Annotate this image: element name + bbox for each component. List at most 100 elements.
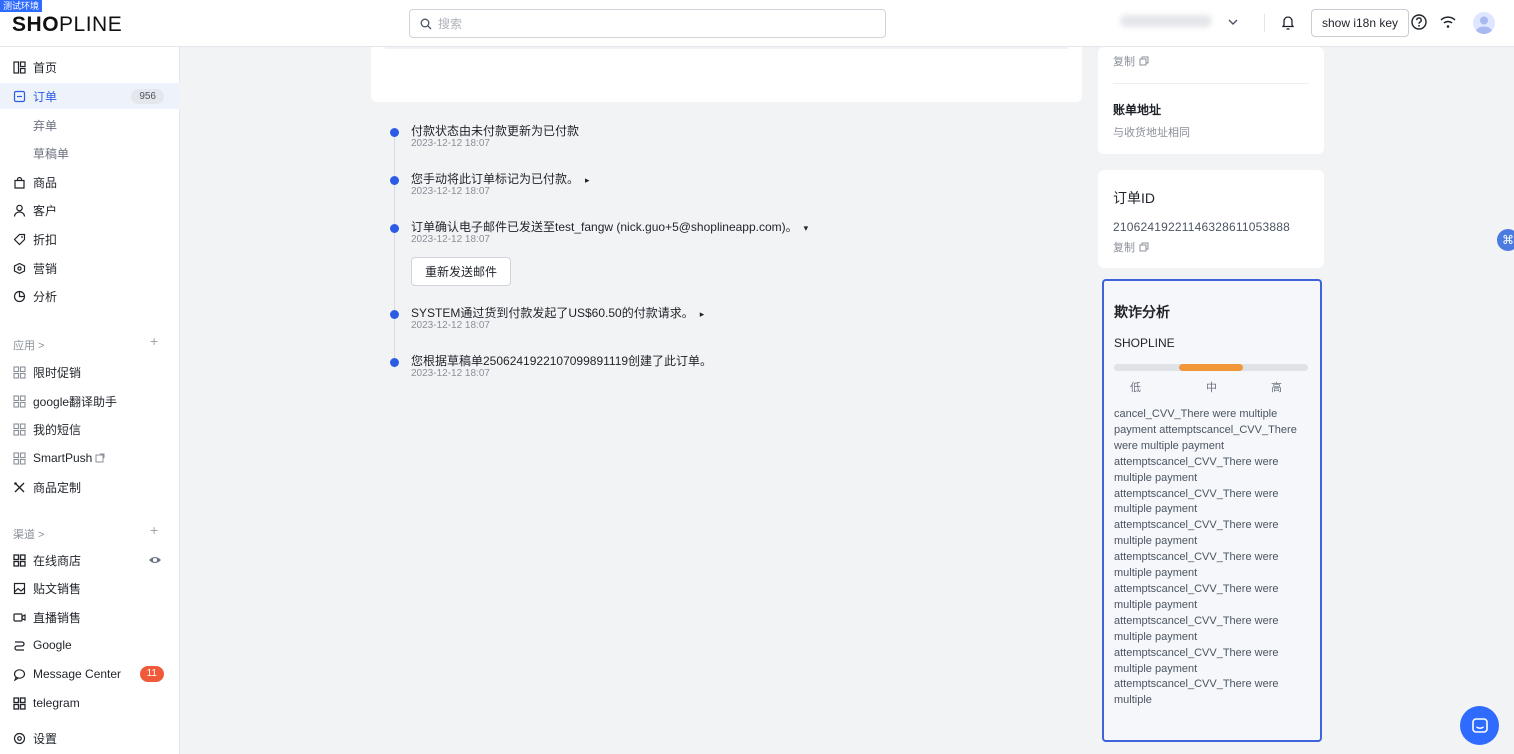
event-text: 您手动将此订单标记为已付款。 bbox=[411, 172, 580, 186]
sidebar-item-customers[interactable]: 客户 bbox=[0, 197, 180, 223]
search-box[interactable] bbox=[409, 9, 886, 38]
sidebar-item-label: 直播销售 bbox=[33, 610, 82, 625]
sidebar-item-discounts[interactable]: 折扣 bbox=[0, 226, 180, 252]
app-grid-icon bbox=[13, 394, 26, 408]
account-name[interactable] bbox=[1120, 15, 1212, 27]
chat-support-button[interactable] bbox=[1460, 706, 1499, 745]
gear-icon bbox=[13, 732, 26, 744]
timeline-dot bbox=[390, 224, 399, 233]
shopline-logo[interactable]: SHOPLINE bbox=[12, 13, 122, 37]
billing-address-title: 账单地址 bbox=[1113, 103, 1162, 117]
order-count-badge: 956 bbox=[131, 89, 164, 104]
fraud-analysis-title: 欺诈分析 bbox=[1114, 304, 1170, 320]
event-time: 2023-12-12 18:07 bbox=[411, 368, 490, 379]
sidebar-item-home[interactable]: 首页 bbox=[0, 54, 180, 80]
bell-icon[interactable] bbox=[1280, 13, 1296, 31]
env-badge: 测试环境 bbox=[0, 0, 43, 12]
sidebar-item-label: 草稿单 bbox=[33, 146, 70, 161]
sidebar-item-settings[interactable]: 设置 bbox=[0, 725, 180, 751]
sidebar-item-label: 营销 bbox=[33, 261, 58, 276]
wifi-icon[interactable] bbox=[1439, 14, 1457, 30]
sidebar-channel-live-sales[interactable]: 直播销售 bbox=[0, 604, 180, 630]
sidebar-app-google-translate[interactable]: google翻译助手 bbox=[0, 388, 180, 414]
bag-icon bbox=[14, 176, 25, 189]
sidebar-item-drafts[interactable]: 草稿单 bbox=[0, 140, 180, 166]
sidebar-item-label: 分析 bbox=[33, 289, 58, 304]
sidebar-app-sms[interactable]: 我的短信 bbox=[0, 416, 180, 442]
event-text: 您根据草稿单2506241922107099891119创建了此订单。 bbox=[411, 354, 713, 368]
tools-icon bbox=[14, 481, 25, 492]
sidebar-item-label: 订单 bbox=[33, 89, 58, 104]
sidebar-app-smartpush[interactable]: SmartPush bbox=[0, 445, 180, 471]
google-icon bbox=[14, 640, 25, 651]
sidebar-channel-message-center[interactable]: Message Center 11 bbox=[0, 661, 180, 687]
telegram-icon bbox=[13, 696, 26, 710]
chat-icon bbox=[1471, 717, 1488, 733]
video-icon bbox=[13, 612, 26, 622]
sidebar-item-analytics[interactable]: 分析 bbox=[0, 283, 180, 309]
sidebar-item-label: Google bbox=[33, 638, 72, 652]
copy-icon bbox=[1139, 242, 1149, 252]
timeline-dot bbox=[390, 358, 399, 367]
sidebar-item-orders[interactable]: 订单 956 bbox=[0, 83, 180, 109]
event-text: SYSTEM通过货到付款发起了US$60.50的付款请求。 bbox=[411, 306, 694, 320]
order-icon bbox=[13, 90, 26, 102]
top-bar: 测试环境 SHOPLINE show i18n key bbox=[0, 0, 1514, 47]
sidebar-channel-post-sales[interactable]: 贴文销售 bbox=[0, 575, 180, 601]
sidebar-channel-online-store[interactable]: 在线商店 bbox=[0, 547, 180, 573]
sidebar: 首页 订单 956 弃单 草稿单 商品 客户 折扣 营销 分析 应用 > + 限… bbox=[0, 47, 180, 754]
fraud-analysis-card: 欺诈分析 SHOPLINE 低 中 高 cancel_CVV_There wer… bbox=[1102, 279, 1322, 742]
sidebar-item-label: 贴文销售 bbox=[33, 581, 82, 596]
chevron-down-icon[interactable] bbox=[1226, 14, 1240, 30]
add-channel-icon[interactable]: + bbox=[150, 522, 158, 538]
sidebar-item-label: 客户 bbox=[33, 203, 58, 218]
apps-section-label[interactable]: 应用 > bbox=[13, 337, 44, 353]
sidebar-item-label: SmartPush bbox=[33, 451, 93, 465]
app-grid-icon bbox=[13, 365, 26, 379]
timeline-dot bbox=[390, 128, 399, 137]
app-grid-icon bbox=[13, 451, 26, 465]
chart-icon bbox=[13, 290, 26, 302]
plugin-float-icon[interactable]: ⌘ bbox=[1497, 229, 1514, 251]
expand-caret-icon[interactable]: ▸ bbox=[700, 309, 705, 320]
eye-icon[interactable] bbox=[148, 554, 162, 566]
event-time: 2023-12-12 18:07 bbox=[411, 186, 490, 197]
search-icon bbox=[420, 18, 432, 29]
risk-label-low: 低 bbox=[1130, 382, 1141, 394]
fraud-description: cancel_CVV_There were multiple payment a… bbox=[1114, 408, 1297, 707]
sidebar-app-product-customize[interactable]: 商品定制 bbox=[0, 474, 180, 500]
event-time: 2023-12-12 18:07 bbox=[411, 234, 490, 245]
sidebar-item-label: Message Center bbox=[33, 667, 122, 681]
expand-caret-icon[interactable]: ▸ bbox=[585, 175, 590, 186]
sidebar-item-marketing[interactable]: 营销 bbox=[0, 255, 180, 281]
copy-label: 复制 bbox=[1113, 56, 1135, 68]
order-id-card: 订单ID 21062419221146328611053888 复制 bbox=[1098, 170, 1324, 268]
customer-card: 复制 账单地址 与收货地址相同 bbox=[1098, 47, 1324, 154]
show-i18n-key-button[interactable]: show i18n key bbox=[1311, 9, 1409, 37]
sidebar-item-label: 商品定制 bbox=[33, 480, 82, 495]
external-link-icon bbox=[95, 453, 105, 463]
channels-section-label[interactable]: 渠道 > bbox=[13, 526, 44, 542]
search-input[interactable] bbox=[438, 16, 838, 31]
copy-address-link[interactable]: 复制 bbox=[1113, 53, 1149, 69]
timeline-dot bbox=[390, 176, 399, 185]
sidebar-channel-google[interactable]: Google bbox=[0, 632, 180, 658]
sidebar-app-flash-sale[interactable]: 限时促销 bbox=[0, 359, 180, 385]
avatar[interactable] bbox=[1473, 12, 1495, 34]
copy-label: 复制 bbox=[1113, 242, 1135, 254]
sidebar-channel-telegram[interactable]: telegram bbox=[0, 690, 180, 716]
sidebar-item-label: google翻译助手 bbox=[33, 394, 118, 409]
sidebar-item-label: 我的短信 bbox=[33, 422, 82, 437]
collapse-caret-icon[interactable]: ▾ bbox=[804, 223, 809, 234]
sidebar-item-abandoned[interactable]: 弃单 bbox=[0, 112, 180, 138]
resend-email-button[interactable]: 重新发送邮件 bbox=[411, 257, 512, 286]
billing-address-value: 与收货地址相同 bbox=[1113, 127, 1190, 139]
sidebar-item-label: 设置 bbox=[33, 731, 58, 746]
target-icon bbox=[13, 262, 26, 274]
copy-order-id-link[interactable]: 复制 bbox=[1113, 239, 1149, 255]
help-icon[interactable] bbox=[1410, 13, 1428, 31]
event-time: 2023-12-12 18:07 bbox=[411, 138, 490, 149]
sidebar-item-products[interactable]: 商品 bbox=[0, 169, 180, 195]
add-app-icon[interactable]: + bbox=[150, 333, 158, 349]
sidebar-item-label: telegram bbox=[33, 696, 80, 710]
